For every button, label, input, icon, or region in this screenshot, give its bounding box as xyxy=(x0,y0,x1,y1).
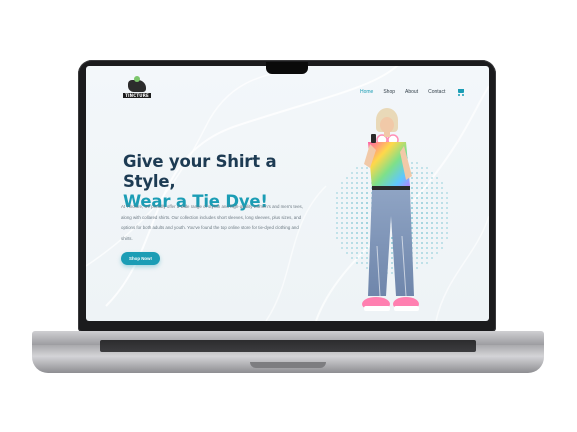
nav-shop[interactable]: Shop xyxy=(383,89,395,95)
laptop-keyboard xyxy=(100,340,476,352)
hero-title-line1: Give your Shirt a Style, xyxy=(123,152,277,191)
logo-text: TINCTURE xyxy=(123,93,151,98)
nav-home[interactable]: Home xyxy=(360,89,373,95)
shopping-cart-icon[interactable] xyxy=(457,88,465,96)
brand-logo[interactable]: TINCTURE xyxy=(123,76,151,102)
website-screen: TINCTURE Home Shop About Contact Give yo… xyxy=(86,66,489,321)
shop-now-button[interactable]: Shop Now! xyxy=(121,252,160,265)
camera-notch xyxy=(266,62,308,74)
hero-description: At Tincture, we proudly offer a wide ran… xyxy=(121,204,303,241)
nav-contact[interactable]: Contact xyxy=(428,89,445,95)
main-nav: Home Shop About Contact xyxy=(360,88,465,96)
logo-mark-icon xyxy=(128,76,146,92)
model-image xyxy=(362,108,419,311)
nav-about[interactable]: About xyxy=(405,89,418,95)
laptop-hinge xyxy=(250,362,326,368)
